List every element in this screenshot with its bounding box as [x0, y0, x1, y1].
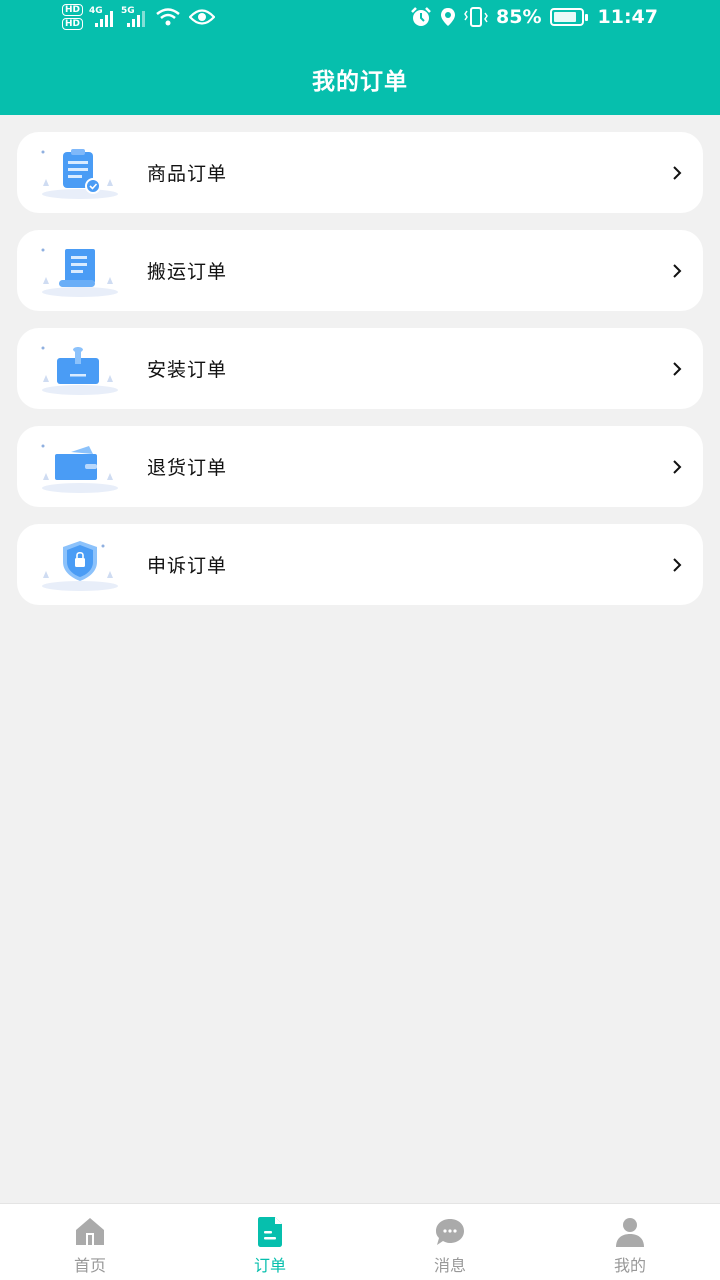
order-item-return[interactable]: 退货订单 [17, 426, 703, 507]
message-bubble-icon [436, 1219, 464, 1245]
chevron-right-icon [673, 361, 682, 376]
order-item-installation[interactable]: 安装订单 [17, 328, 703, 409]
network-type-2: 5G [121, 6, 135, 16]
page-title: 我的订单 [312, 69, 408, 95]
sim1-hd-badge: HD [62, 4, 84, 16]
signal-icon-2: 5G [121, 6, 147, 27]
eye-icon [189, 9, 216, 25]
wallet-icon [41, 444, 118, 493]
alarm-icon [411, 7, 431, 26]
vibrate-icon [464, 7, 488, 27]
order-item-goods[interactable]: 商品订单 [17, 132, 703, 213]
battery-percent: 85% [496, 6, 542, 28]
shield-lock-icon [42, 541, 118, 591]
status-bar: HD HD 4G 5G 85% 11:47 [0, 0, 720, 40]
tab-label: 我的 [613, 1256, 646, 1275]
signal-icon: 4G [89, 6, 115, 27]
app-header: HD HD 4G 5G 85% 11:47 我的订单 [0, 0, 720, 115]
order-item-label: 退货订单 [147, 457, 228, 479]
order-item-label: 搬运订单 [147, 261, 228, 283]
network-type-1: 4G [89, 6, 103, 16]
tab-messages[interactable]: 消息 [360, 1204, 540, 1280]
sim2-hd-badge: HD [62, 18, 84, 30]
tab-profile[interactable]: 我的 [540, 1204, 720, 1280]
home-icon [76, 1218, 104, 1245]
toolbox-wrench-icon [41, 346, 118, 395]
chevron-right-icon [673, 263, 682, 278]
clock-time: 11:47 [597, 6, 658, 28]
tab-home[interactable]: 首页 [0, 1204, 180, 1280]
tab-orders[interactable]: 订单 [180, 1204, 360, 1280]
order-item-moving[interactable]: 搬运订单 [17, 230, 703, 311]
order-item-label: 申诉订单 [147, 555, 228, 577]
user-profile-icon [616, 1218, 644, 1247]
order-item-label: 安装订单 [147, 359, 228, 381]
chevron-right-icon [673, 557, 682, 572]
hd-icon: HD HD [62, 4, 84, 30]
order-item-complaint[interactable]: 申诉订单 [17, 524, 703, 605]
scroll-document-icon [41, 248, 118, 297]
chevron-right-icon [673, 165, 682, 180]
battery-icon [549, 8, 588, 26]
order-document-icon [258, 1217, 282, 1247]
clipboard-check-icon [41, 149, 118, 199]
location-icon [441, 8, 456, 26]
order-item-label: 商品订单 [147, 163, 228, 185]
order-category-list: 商品订单 搬运订单 安装订单 退货订单 申诉订单 [17, 132, 703, 622]
bottom-tab-bar: 首页 订单 消息 我的 [0, 1203, 720, 1280]
chevron-right-icon [673, 459, 682, 474]
tab-label: 首页 [73, 1256, 106, 1275]
tab-label: 订单 [253, 1256, 286, 1275]
tab-label: 消息 [433, 1256, 466, 1275]
wifi-icon [156, 8, 180, 26]
